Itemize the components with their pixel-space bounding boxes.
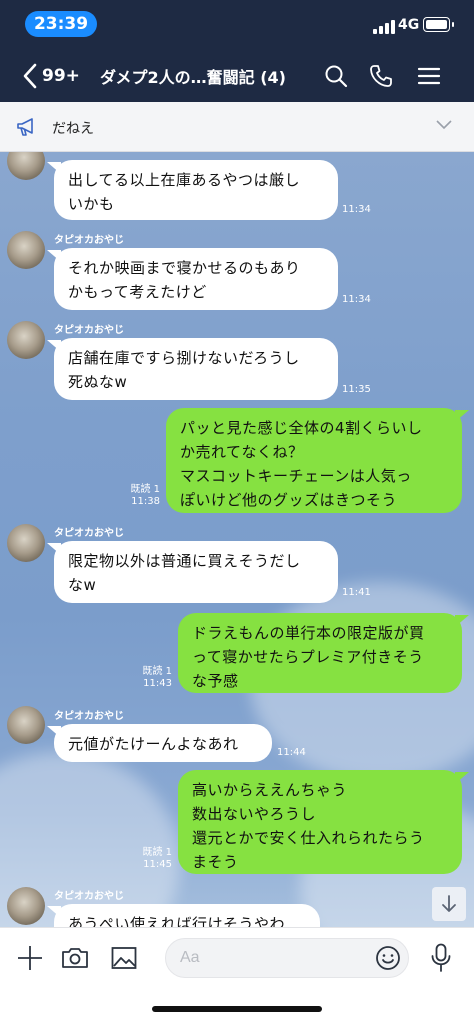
- camera-button[interactable]: [60, 943, 90, 973]
- message-bubble[interactable]: ドラえもんの単行本の限定版が買 って寝かせたらプレミア付きそう な予感: [178, 613, 469, 693]
- message-time: 11:38: [131, 496, 160, 507]
- chevron-left-icon: [23, 63, 37, 89]
- chat-header: 99+ ダメプ2人の…奮闘記 (4): [0, 50, 474, 102]
- sender-name: タピオカおやじ: [54, 891, 124, 902]
- avatar[interactable]: [7, 887, 45, 925]
- battery-icon: [423, 17, 454, 32]
- sender-name: タピオカおやじ: [54, 528, 124, 539]
- read-receipt: 既読 1: [142, 666, 172, 677]
- message-time: 11:34: [342, 204, 371, 215]
- menu-button[interactable]: [414, 61, 444, 91]
- call-button[interactable]: [366, 61, 396, 91]
- avatar[interactable]: [7, 231, 45, 269]
- read-receipt: 既読 1: [142, 847, 172, 858]
- voice-button[interactable]: [426, 943, 456, 973]
- message-bubble[interactable]: パッと見た感じ全体の4割くらいし か売れてなくね？ マスコットキーチェーンは人気…: [166, 408, 469, 513]
- message-input[interactable]: [180, 939, 370, 977]
- add-button[interactable]: [15, 943, 45, 973]
- message-time: 11:44: [277, 747, 306, 758]
- plus-icon: [18, 946, 42, 970]
- arrow-down-icon: [442, 895, 456, 912]
- image-icon: [111, 947, 137, 969]
- signal-icon: [373, 20, 395, 34]
- message-time: 11:35: [342, 384, 371, 395]
- status-time: 23:39: [25, 11, 97, 37]
- search-button[interactable]: [321, 61, 351, 91]
- megaphone-icon: [17, 118, 33, 136]
- chat-area[interactable]: 出してる以上在庫あるやつは厳し いかも 11:34 タピオカおやじ それか映画ま…: [0, 152, 474, 927]
- message-bubble[interactable]: 高いからええんちゃう 数出ないやろうし 還元とかで安く仕入れられたらう まそう: [178, 770, 469, 874]
- image-button[interactable]: [109, 943, 139, 973]
- sender-name: タピオカおやじ: [54, 235, 124, 246]
- read-receipt: 既読 1: [130, 484, 160, 495]
- message-time: 11:45: [143, 859, 172, 870]
- announcement-bar[interactable]: だねえ: [0, 102, 474, 152]
- sender-name: タピオカおやじ: [54, 325, 124, 336]
- announcement-text: だねえ: [52, 121, 94, 137]
- emoji-button[interactable]: [373, 943, 403, 973]
- message-bubble[interactable]: 限定物以外は普通に買えそうだし なw: [47, 541, 338, 603]
- menu-icon: [417, 67, 441, 85]
- search-icon: [325, 65, 348, 88]
- unread-count: 99+: [42, 66, 80, 86]
- message-bubble[interactable]: それか映画まで寝かせるのもあり かもって考えたけど: [47, 248, 338, 310]
- message-time: 11:43: [143, 678, 172, 689]
- message-bubble[interactable]: 店舗在庫ですら捌けないだろうし 死ぬなw: [47, 338, 338, 400]
- avatar[interactable]: [7, 706, 45, 744]
- camera-icon: [62, 948, 88, 968]
- message-time: 11:41: [342, 587, 371, 598]
- sender-name: タピオカおやじ: [54, 711, 124, 722]
- status-bar: 23:39 4G: [0, 0, 474, 50]
- mic-icon: [431, 943, 451, 972]
- emoji-icon: [376, 946, 400, 970]
- phone-icon: [370, 65, 392, 87]
- home-indicator[interactable]: [152, 1006, 322, 1012]
- message-bubble[interactable]: 元値がたけーんよなあれ: [47, 724, 272, 762]
- message-input-bar: [0, 927, 474, 989]
- avatar[interactable]: [7, 152, 45, 180]
- chat-title[interactable]: ダメプ2人の…奮闘記 (4): [100, 64, 300, 88]
- chevron-down-icon[interactable]: [435, 119, 453, 131]
- avatar[interactable]: [7, 524, 45, 562]
- message-time: 11:34: [342, 294, 371, 305]
- avatar[interactable]: [7, 321, 45, 359]
- message-bubble[interactable]: あうぺい使えれば行けそうやわ: [47, 904, 320, 927]
- back-button[interactable]: 99+: [22, 60, 80, 92]
- network-type: 4G: [398, 17, 420, 33]
- message-bubble[interactable]: 出してる以上在庫あるやつは厳し いかも: [47, 160, 338, 220]
- scroll-to-bottom-button[interactable]: [432, 887, 466, 921]
